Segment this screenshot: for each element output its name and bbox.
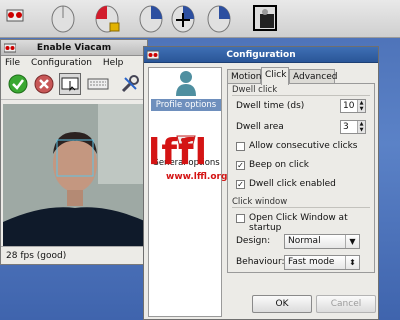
click-window-heading: Click window: [232, 197, 288, 207]
tab-click[interactable]: Click: [261, 67, 289, 85]
tab-advanced[interactable]: Advanced: [289, 69, 337, 84]
viacam-menubar: File Configuration Help: [1, 56, 147, 70]
config-titlebar[interactable]: Configuration: [144, 47, 378, 63]
dwell-area-label: Dwell area: [236, 122, 284, 132]
camera-view: [3, 104, 147, 246]
dwell-enabled-label: Dwell click enabled: [249, 179, 336, 189]
click-window-icon[interactable]: [59, 73, 81, 95]
dwell-click-divider: [232, 95, 370, 96]
menu-help[interactable]: Help: [103, 58, 124, 68]
dwell-area-stepper-icon[interactable]: ▲ ▼: [357, 121, 365, 133]
dwell-time-stepper-icon[interactable]: ▲ ▼: [357, 100, 365, 112]
show-window-icon[interactable]: [252, 4, 282, 34]
dwell-area-value: 3: [343, 122, 349, 132]
click-tab-panel: Dwell click Dwell time (ds) 10 ▲ ▼ Dwell …: [227, 83, 375, 273]
mouse-icon[interactable]: [48, 4, 78, 34]
dwell-time-spinner[interactable]: 10 ▲ ▼: [340, 99, 366, 113]
menu-file[interactable]: File: [5, 58, 20, 68]
cancel-button[interactable]: Cancel: [316, 295, 376, 313]
left-click-locked-icon[interactable]: [92, 4, 122, 34]
general-camera-icon: [176, 135, 196, 152]
viacam-title: Enable Viacam: [36, 43, 112, 53]
sidebar-item-profile-options[interactable]: Profile options: [151, 70, 221, 111]
open-at-startup-label: Open Click Window at startup: [249, 213, 348, 233]
design-value: Normal: [288, 236, 321, 246]
dwell-enabled-checkbox[interactable]: ✓: [236, 180, 245, 189]
dwell-click-heading: Dwell click: [232, 85, 278, 95]
viacam-window: Enable Viacam File Configuration Help 28…: [0, 39, 148, 265]
disable-cross-icon[interactable]: [33, 73, 55, 95]
status-bar: 28 fps (good): [1, 246, 147, 264]
keyboard-icon[interactable]: [87, 73, 109, 95]
allow-consecutive-checkbox[interactable]: [236, 142, 245, 151]
updown-icon[interactable]: ⬍: [345, 256, 359, 269]
configuration-window: Configuration Profile options General op…: [143, 46, 379, 320]
drag-icon[interactable]: [168, 4, 198, 34]
config-app-icon: [147, 50, 159, 60]
behaviour-label: Behaviour:: [236, 257, 285, 267]
chevron-down-icon[interactable]: ▼: [345, 235, 359, 248]
config-title: Configuration: [226, 50, 296, 60]
beep-on-click-label: Beep on click: [249, 160, 310, 170]
double-click-icon[interactable]: [204, 4, 234, 34]
dwell-time-value: 10: [343, 101, 355, 111]
ok-button[interactable]: OK: [252, 295, 312, 313]
top-panel: [0, 0, 400, 38]
open-at-startup-checkbox[interactable]: [236, 214, 245, 223]
beep-on-click-checkbox[interactable]: ✓: [236, 161, 245, 170]
profile-user-icon: [176, 71, 196, 96]
click-window-divider: [232, 207, 370, 208]
lffl-watermark-url: www.lffl.org: [166, 172, 228, 182]
wrench-settings-icon[interactable]: [119, 73, 141, 95]
sidebar-label-general-options: General options: [152, 158, 220, 168]
cancel-button-label: Cancel: [330, 299, 362, 309]
viacam-toolbar: [1, 70, 147, 100]
options-sidebar: Profile options General options: [148, 67, 222, 317]
right-click-icon[interactable]: [136, 4, 166, 34]
menu-configuration[interactable]: Configuration: [31, 58, 92, 68]
dwell-area-spinner[interactable]: 3 ▲ ▼: [340, 120, 366, 134]
tab-motion[interactable]: Motion: [227, 69, 262, 84]
design-label: Design:: [236, 236, 271, 246]
enable-check-icon[interactable]: [7, 73, 29, 95]
allow-consecutive-label: Allow consecutive clicks: [249, 141, 358, 151]
behaviour-select[interactable]: Fast mode ⬍: [284, 255, 360, 270]
dwell-time-label: Dwell time (ds): [236, 101, 305, 111]
viacam-app-icon: [4, 43, 16, 53]
sidebar-label-profile-options: Profile options: [151, 99, 221, 111]
behaviour-value: Fast mode: [288, 257, 335, 267]
ok-button-label: OK: [275, 299, 289, 309]
design-select[interactable]: Normal ▼: [284, 234, 360, 249]
viacam-titlebar[interactable]: Enable Viacam: [1, 40, 147, 56]
sidebar-item-general-options[interactable]: General options: [151, 132, 221, 169]
viacam-logo-icon[interactable]: [4, 4, 34, 34]
